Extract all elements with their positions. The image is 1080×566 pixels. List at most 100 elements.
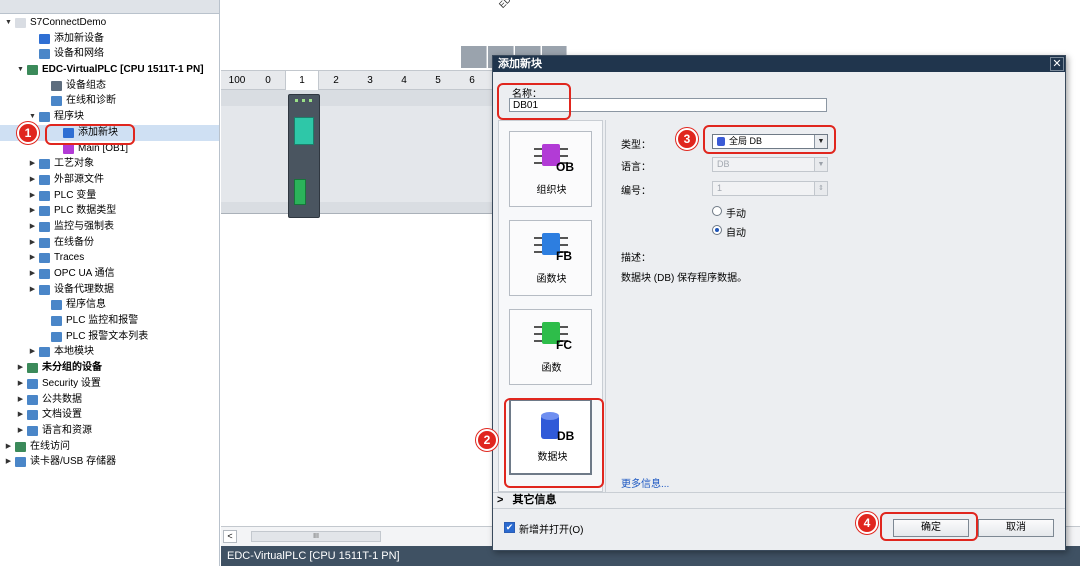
tree-item[interactable]: ▶ Security 设置	[0, 376, 219, 392]
slot-number[interactable]: 6	[455, 71, 489, 91]
block-type-label: 组织块	[536, 185, 567, 196]
expand-arrow-icon[interactable]: ▶	[28, 282, 37, 298]
block-type-ob-button[interactable]: OB 组织块	[509, 131, 592, 207]
add-open-checkbox[interactable]: ✔	[504, 522, 515, 533]
tree-item[interactable]: ▼ EDC-VirtualPLC [CPU 1511T-1 PN]	[0, 62, 219, 78]
language-select: DB ▼	[712, 157, 828, 172]
tree-node-icon	[27, 378, 38, 389]
slot-number[interactable]: 100	[223, 71, 251, 91]
chevron-down-icon: ▼	[814, 158, 827, 171]
expand-arrow-icon[interactable]: ▶	[28, 203, 37, 219]
expand-arrow-icon[interactable]: ▶	[28, 172, 37, 188]
tree-item[interactable]: ▶ 公共数据	[0, 392, 219, 408]
slot-number[interactable]: 1	[285, 71, 319, 91]
slot-number[interactable]: 5	[421, 71, 455, 91]
cancel-button[interactable]: 取消	[978, 519, 1054, 537]
step-badge-1: 1	[17, 122, 39, 144]
expand-arrow-icon[interactable]: ▶	[28, 156, 37, 172]
step-badge-3: 3	[676, 128, 698, 150]
tree-item[interactable]: 设备和网络	[0, 46, 219, 62]
tree-item-label: 工艺对象	[54, 158, 94, 170]
close-icon[interactable]: ✕	[1050, 57, 1064, 71]
tree-item[interactable]: ▶ 未分组的设备	[0, 360, 219, 376]
block-type-tag: FB	[556, 249, 572, 263]
radio-auto[interactable]	[712, 225, 722, 235]
expand-arrow-icon[interactable]: ▶	[28, 219, 37, 235]
tree-node-icon	[15, 18, 26, 28]
tree-item[interactable]: ▶ 文档设置	[0, 407, 219, 423]
tree-item[interactable]: 程序信息	[0, 297, 219, 313]
rack-scroll-left-icon[interactable]	[461, 46, 487, 68]
expand-arrow-icon[interactable]: ▶	[16, 392, 25, 408]
scroll-left-icon[interactable]: <	[223, 530, 237, 543]
expand-arrow-icon[interactable]: ▶	[16, 376, 25, 392]
language-value: DB	[717, 159, 730, 169]
tree-item[interactable]: ▶ 外部源文件	[0, 172, 219, 188]
block-type-fb-button[interactable]: FB 函数块	[509, 220, 592, 296]
description-label: 描述：	[621, 253, 651, 264]
tree-item[interactable]: ▼ S7ConnectDemo	[0, 15, 219, 31]
tree-item[interactable]: ▶ 工艺对象	[0, 156, 219, 172]
tree-item[interactable]: 设备组态	[0, 78, 219, 94]
slot-number[interactable]: 3	[353, 71, 387, 91]
number-value: 1	[717, 183, 723, 193]
tree-item[interactable]: ▶ Traces	[0, 250, 219, 266]
expand-arrow-icon[interactable]: ▶	[28, 344, 37, 360]
scroll-thumb[interactable]: III	[251, 531, 381, 542]
rack-rail	[221, 106, 521, 202]
cpu-module[interactable]	[288, 94, 320, 218]
expand-arrow-icon[interactable]: ▶	[28, 266, 37, 282]
tree-item-label: Traces	[54, 252, 85, 264]
tree-item-label: 文档设置	[42, 409, 82, 421]
tree-item[interactable]: ▶ 设备代理数据	[0, 282, 219, 298]
tree-node-icon	[51, 316, 62, 327]
tree-item[interactable]: PLC 报警文本列表	[0, 329, 219, 345]
other-info-label: 其它信息	[512, 494, 557, 506]
tree-item[interactable]: ▶ 语言和资源	[0, 423, 219, 439]
tree-item[interactable]: ▶ 读卡器/USB 存储器	[0, 454, 219, 470]
tree-item[interactable]: ▶ 在线备份	[0, 235, 219, 251]
expand-arrow-icon[interactable]: ▶	[16, 423, 25, 439]
tree-item[interactable]: ▶ PLC 变量	[0, 188, 219, 204]
slot-number[interactable]: 2	[319, 71, 353, 91]
tree-node-icon	[51, 300, 62, 311]
tree-item-label: PLC 数据类型	[54, 205, 117, 217]
expand-arrow-icon[interactable]: ▶	[4, 439, 13, 455]
tree-node-icon	[39, 159, 50, 170]
step-badge-4: 4	[856, 512, 878, 534]
slot-number[interactable]: 0	[251, 71, 285, 91]
tree-item[interactable]: 在线和诊断	[0, 93, 219, 109]
block-type-tag: FC	[556, 338, 572, 352]
collapse-arrow-icon[interactable]: ▼	[4, 15, 13, 31]
more-info-link[interactable]: 更多信息...	[621, 475, 669, 490]
tree-node-icon	[39, 112, 50, 123]
tree-item[interactable]: ▶ OPC UA 通信	[0, 266, 219, 282]
collapse-arrow-icon[interactable]: ▼	[16, 62, 25, 78]
slot-number[interactable]: 4	[387, 71, 421, 91]
tree-item[interactable]: PLC 监控和报警	[0, 313, 219, 329]
other-info-expander[interactable]: > 其它信息	[493, 492, 1065, 509]
tree-node-icon	[51, 331, 62, 342]
tree-item[interactable]: 添加新设备	[0, 31, 219, 47]
tree-node-icon	[39, 284, 50, 295]
expand-arrow-icon[interactable]: ▶	[28, 235, 37, 251]
expand-arrow-icon[interactable]: ▶	[28, 250, 37, 266]
expand-arrow-icon[interactable]: ▶	[16, 407, 25, 423]
tree-item-label: 在线备份	[54, 236, 94, 248]
tree-node-icon	[63, 143, 74, 154]
tree-node-icon	[39, 33, 50, 44]
radio-manual[interactable]	[712, 206, 722, 216]
tree-item[interactable]: ▶ 在线访问	[0, 439, 219, 455]
expand-arrow-icon[interactable]: ▶	[28, 188, 37, 204]
tree-node-icon	[39, 206, 50, 217]
tree-item[interactable]: ▶ 监控与强制表	[0, 219, 219, 235]
tree-item[interactable]: ▶ PLC 数据类型	[0, 203, 219, 219]
add-open-label: 新增并打开(O)	[519, 525, 584, 536]
expand-arrow-icon[interactable]: ▶	[4, 454, 13, 470]
tree-node-icon	[27, 363, 38, 374]
block-type-label: 函数	[541, 363, 562, 374]
tree-node-icon	[39, 49, 50, 60]
block-type-fc-button[interactable]: FC 函数	[509, 309, 592, 385]
expand-arrow-icon[interactable]: ▶	[16, 360, 25, 376]
tree-item[interactable]: ▶ 本地模块	[0, 344, 219, 360]
